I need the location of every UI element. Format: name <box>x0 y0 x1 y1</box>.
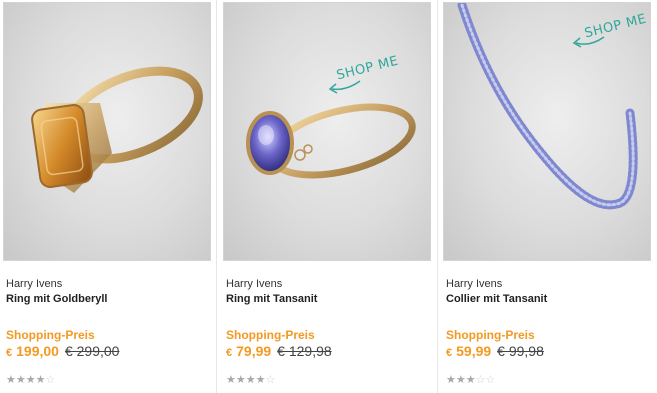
price-label: Shopping-Preis <box>6 328 95 342</box>
product-brand: Harry Ivens <box>446 278 503 290</box>
old-price: € 129,98 <box>277 343 332 359</box>
card-divider <box>437 0 438 393</box>
star-empty-icon: ☆ <box>265 374 276 386</box>
shop-me-arrow-icon <box>572 36 605 48</box>
star-filled-icon: ★ <box>25 374 36 386</box>
price-block: €59,99 € 99,98 <box>446 343 544 361</box>
star-empty-icon: ☆ <box>485 374 496 386</box>
current-price: 59,99 <box>456 343 492 359</box>
price-block: €79,99 € 129,98 <box>226 343 332 361</box>
ring-goldberyll-illustration <box>31 66 203 193</box>
star-filled-icon: ★ <box>226 374 236 386</box>
currency-symbol: € <box>226 347 233 359</box>
star-filled-icon: ★ <box>6 374 16 386</box>
product-image-collier-tansanit[interactable]: SHOP ME <box>443 2 651 261</box>
product-image-ring-tansanit[interactable]: SHOP ME <box>223 2 431 261</box>
star-empty-icon: ☆ <box>475 374 486 386</box>
star-filled-icon: ★ <box>455 374 466 386</box>
price-block: €199,00 € 299,00 <box>6 343 119 361</box>
rating-stars: ★★★★☆ <box>6 373 55 386</box>
shop-me-arrow-icon <box>328 80 361 94</box>
product-name-link[interactable]: Ring mit Goldberyll <box>6 293 107 305</box>
currency-symbol: € <box>446 347 453 359</box>
product-name-link[interactable]: Collier mit Tansanit <box>446 293 547 305</box>
star-filled-icon: ★ <box>245 374 256 386</box>
old-price: € 99,98 <box>497 343 544 359</box>
product-brand: Harry Ivens <box>6 278 63 290</box>
star-filled-icon: ★ <box>15 374 26 386</box>
star-empty-icon: ☆ <box>45 374 56 386</box>
star-filled-icon: ★ <box>465 374 476 386</box>
product-card-2[interactable]: SHOP ME Harry Ivens Ring mit Tansanit Sh… <box>223 0 433 393</box>
rating-stars: ★★★☆☆ <box>446 373 495 386</box>
star-filled-icon: ★ <box>235 374 246 386</box>
card-divider <box>216 0 217 393</box>
old-price: € 299,00 <box>64 343 120 359</box>
rating-stars: ★★★★☆ <box>226 373 275 386</box>
current-price: 79,99 <box>236 343 272 359</box>
product-image-ring-goldberyll[interactable] <box>3 2 211 261</box>
star-filled-icon: ★ <box>35 374 46 386</box>
star-filled-icon: ★ <box>446 374 456 386</box>
star-filled-icon: ★ <box>255 374 266 386</box>
current-price: 199,00 <box>16 343 59 359</box>
price-label: Shopping-Preis <box>226 328 315 342</box>
product-name-link[interactable]: Ring mit Tansanit <box>226 293 317 305</box>
product-brand: Harry Ivens <box>226 278 283 290</box>
price-label: Shopping-Preis <box>446 328 535 342</box>
product-card-3[interactable]: SHOP ME Harry Ivens Collier mit Tansanit… <box>443 0 653 393</box>
product-card-1[interactable]: Harry Ivens Ring mit Goldberyll Shopping… <box>3 0 213 393</box>
currency-symbol: € <box>6 347 13 359</box>
